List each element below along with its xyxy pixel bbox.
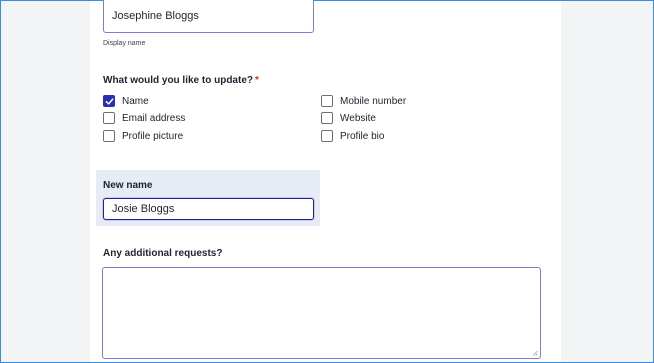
option-mobile-number-checkbox[interactable]: [321, 95, 333, 107]
option-profile-picture-checkbox[interactable]: [103, 130, 115, 142]
new-name-input[interactable]: Josie Bloggs: [103, 198, 314, 220]
option-website-label: Website: [340, 112, 376, 124]
check-icon: [105, 97, 113, 105]
option-profile-picture-label: Profile picture: [122, 130, 184, 142]
display-name-value: Josephine Bloggs: [112, 10, 199, 22]
option-name-label: Name: [122, 95, 149, 107]
option-profile-bio-label: Profile bio: [340, 130, 385, 142]
option-email-address-checkbox[interactable]: [103, 112, 115, 124]
update-question-text: What would you like to update?: [103, 75, 253, 86]
option-profile-bio[interactable]: Profile bio: [321, 130, 384, 142]
required-marker: *: [255, 75, 259, 86]
form-panel: Josephine Bloggs Display name What would…: [90, 0, 561, 362]
right-gutter: [561, 1, 653, 362]
option-website[interactable]: Website: [321, 112, 376, 124]
option-name[interactable]: Name: [103, 95, 149, 107]
new-name-label: New name: [103, 180, 153, 191]
left-gutter: [1, 1, 90, 362]
option-mobile-number-label: Mobile number: [340, 95, 407, 107]
new-name-conditional-panel: New name Josie Bloggs: [96, 170, 320, 226]
option-email-address[interactable]: Email address: [103, 112, 185, 124]
new-name-value: Josie Bloggs: [112, 203, 175, 215]
option-profile-bio-checkbox[interactable]: [321, 130, 333, 142]
option-name-checkbox[interactable]: [103, 95, 115, 107]
additional-requests-label: Any additional requests?: [103, 248, 223, 259]
option-profile-picture[interactable]: Profile picture: [103, 130, 183, 142]
resize-grip-icon[interactable]: [532, 350, 538, 356]
display-name-input[interactable]: Josephine Bloggs: [103, 0, 314, 33]
option-mobile-number[interactable]: Mobile number: [321, 95, 406, 107]
display-name-hint: Display name: [103, 40, 146, 47]
update-question-label: What would you like to update? *: [103, 75, 259, 86]
additional-requests-textarea[interactable]: [102, 267, 541, 359]
option-website-checkbox[interactable]: [321, 112, 333, 124]
option-email-address-label: Email address: [122, 112, 186, 124]
